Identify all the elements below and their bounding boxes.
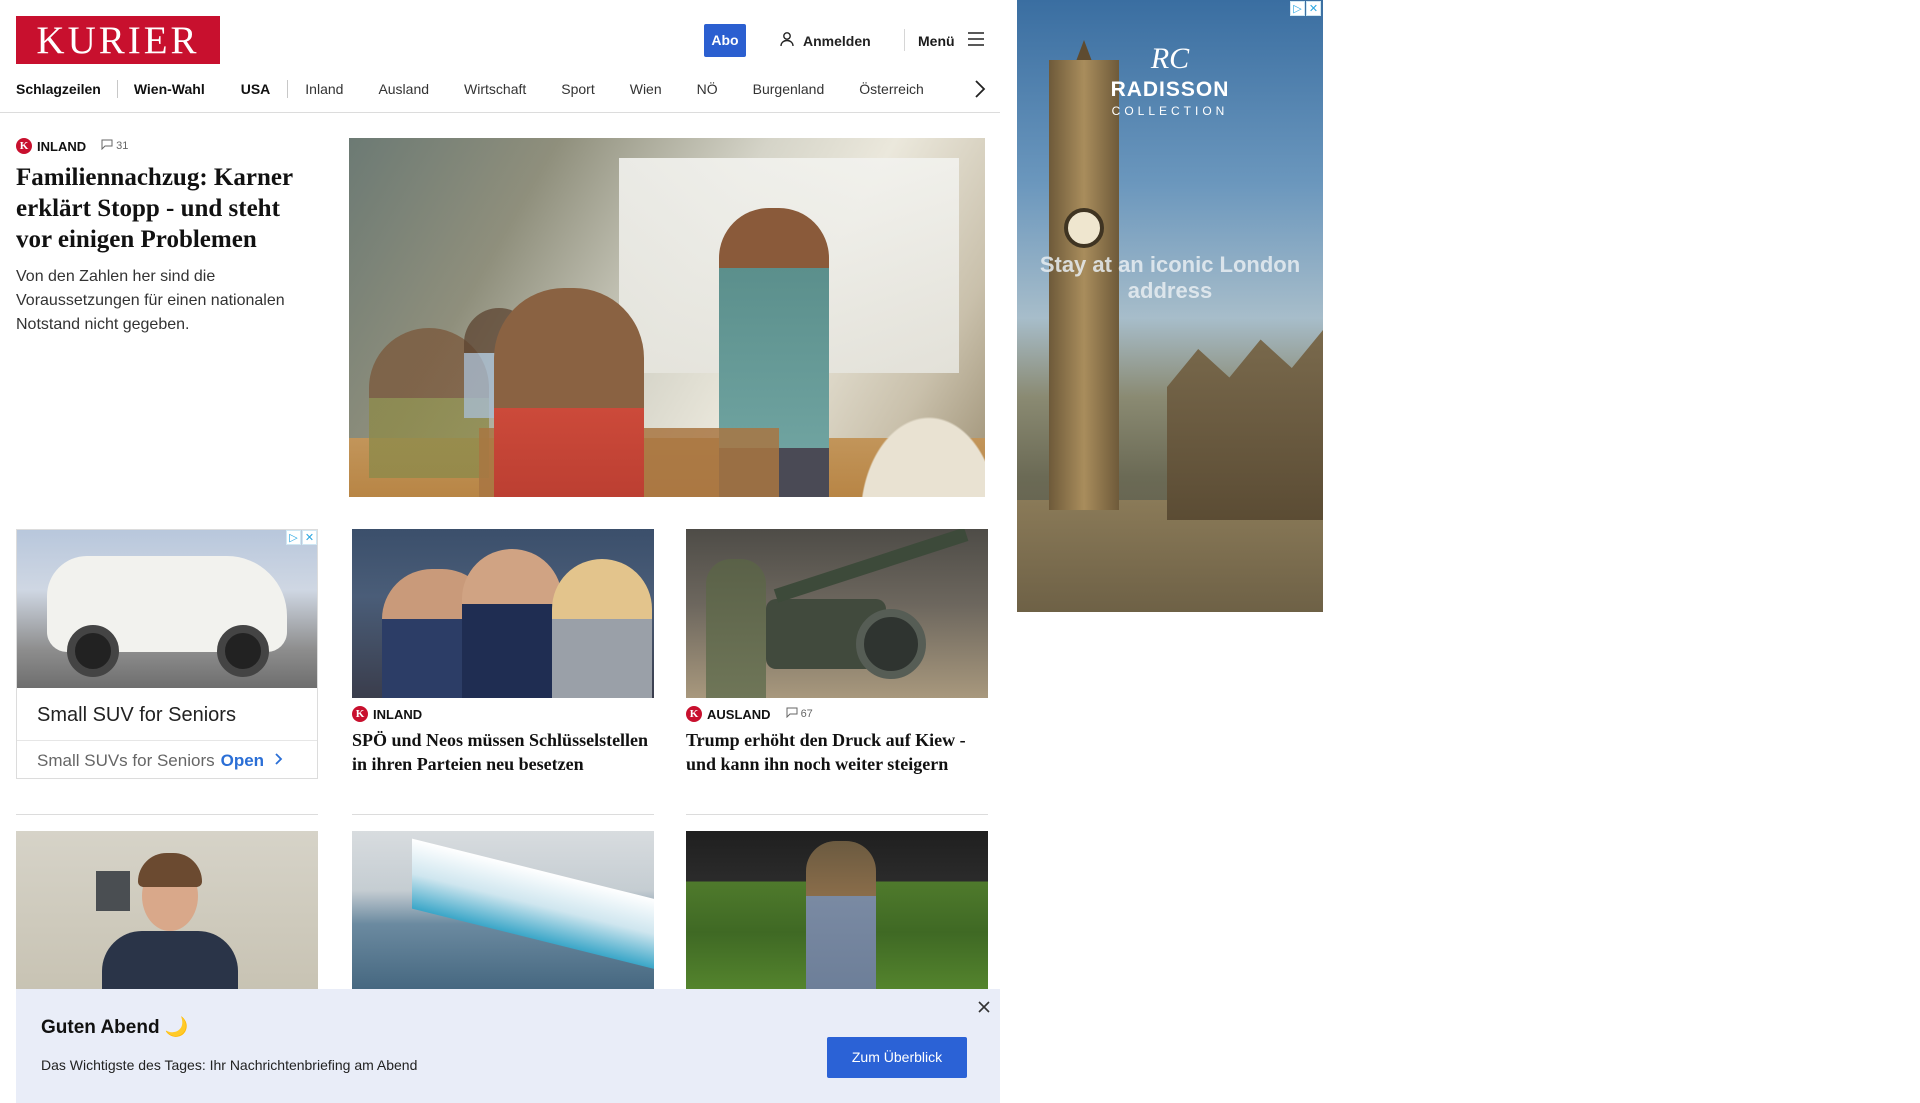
sponsored-subtitle: Small SUVs for Seniors	[37, 751, 215, 770]
divider	[686, 814, 988, 815]
image-detail	[856, 609, 926, 679]
article-image[interactable]	[686, 831, 988, 1000]
site-header: KURIER Abo Anmelden Menü Schlagzeilen Wi…	[0, 0, 1000, 113]
article-card[interactable]	[686, 831, 988, 1000]
article-image[interactable]	[16, 831, 318, 1000]
chevron-right-icon[interactable]	[970, 78, 990, 100]
article-kicker: K Ausland 67	[686, 706, 988, 722]
overview-button[interactable]: Zum Überblick	[827, 1037, 967, 1078]
divider	[352, 814, 654, 815]
article-card[interactable]: K Inland SPÖ und Neos müssen Schlüsselst…	[352, 529, 654, 776]
article-card[interactable]	[352, 831, 654, 1000]
comment-count[interactable]: 31	[101, 139, 128, 153]
section-nav: Schlagzeilen Wien-Wahl USA Inland Auslan…	[16, 78, 924, 100]
lead-teaser: Von den Zahlen her sind die Voraussetzun…	[16, 268, 285, 333]
nav-item-inland[interactable]: Inland	[305, 78, 343, 100]
display-ad[interactable]: RC RADISSON COLLECTION Stay at an iconic…	[1017, 0, 1323, 612]
image-detail	[494, 288, 644, 497]
article-card[interactable]	[16, 831, 318, 1000]
sponsored-footer[interactable]: Small SUVs for Seniors Open	[17, 741, 317, 781]
banner-greeting: Guten Abend 🌙	[41, 1017, 189, 1038]
ad-tagline: Stay at an iconic London address	[1039, 252, 1301, 303]
kurier-logo[interactable]: KURIER	[16, 16, 220, 64]
image-detail	[552, 559, 652, 698]
lead-article[interactable]: K Inland 31 Familiennachzug: Karner erkl…	[16, 138, 316, 337]
kicker-label: Inland	[37, 138, 87, 154]
comment-count-value: 67	[800, 708, 813, 720]
sponsored-title: Small SUV for Seniors	[37, 704, 236, 726]
chevron-right-icon	[274, 751, 284, 771]
nav-item-wien-wahl[interactable]: Wien-Wahl	[134, 78, 205, 100]
kurier-k-icon: K	[686, 706, 702, 722]
image-detail	[806, 841, 876, 1000]
image-detail	[412, 838, 654, 974]
login-label: Anmelden	[803, 32, 871, 49]
image-detail	[138, 853, 202, 887]
brand-mark: RC	[1150, 42, 1190, 75]
sponsored-card[interactable]: ▷ ✕ Small SUV for Seniors Small SUVs for …	[16, 529, 318, 779]
menu-button[interactable]: Menü	[918, 24, 985, 57]
nav-item-ausland[interactable]: Ausland	[378, 78, 429, 100]
article-card[interactable]: K Ausland 67 Trump erhöht den Druck auf …	[686, 529, 988, 776]
image-detail	[462, 549, 562, 698]
open-link[interactable]: Open	[221, 751, 264, 771]
ad-image-detail	[1167, 330, 1323, 520]
kicker-label: Inland	[373, 706, 423, 722]
lead-headline[interactable]: Familiennachzug: Karner erklärt Stopp - …	[16, 162, 316, 255]
nav-item-burgenland[interactable]: Burgenland	[753, 78, 825, 100]
close-icon[interactable]	[974, 997, 994, 1017]
kicker-label: Ausland	[707, 706, 771, 722]
login-button[interactable]: Anmelden	[779, 24, 871, 57]
sponsored-image: ▷ ✕	[17, 530, 317, 688]
nav-item-schlagzeilen[interactable]: Schlagzeilen	[16, 78, 101, 100]
nav-item-usa[interactable]: USA	[241, 78, 271, 100]
brand-sub: COLLECTION	[1111, 104, 1229, 118]
image-detail	[773, 529, 969, 603]
user-icon	[779, 31, 795, 50]
image-detail	[706, 559, 766, 698]
comment-count-value: 31	[116, 140, 129, 152]
brand-name: RADISSON	[1110, 78, 1230, 101]
image-detail	[96, 871, 130, 911]
kurier-k-icon: K	[352, 706, 368, 722]
article-image[interactable]	[686, 529, 988, 698]
article-image[interactable]	[352, 529, 654, 698]
divider	[16, 814, 318, 815]
comment-count[interactable]: 67	[786, 707, 813, 721]
adchoices-icon[interactable]: ▷ ✕	[286, 530, 317, 545]
hamburger-icon	[967, 32, 985, 49]
nav-item-sport[interactable]: Sport	[561, 78, 594, 100]
comment-icon	[101, 139, 113, 153]
adchoices-icon[interactable]: ▷ ✕	[1290, 1, 1321, 16]
nav-item-noe[interactable]: NÖ	[697, 78, 718, 100]
nav-item-oesterreich[interactable]: Österreich	[859, 78, 924, 100]
image-detail	[67, 625, 119, 677]
lead-image[interactable]	[349, 138, 985, 497]
banner-text: Das Wichtigste des Tages: Ihr Nachrichte…	[41, 1057, 418, 1073]
article-image[interactable]	[352, 831, 654, 1000]
abo-button[interactable]: Abo	[704, 24, 746, 57]
evening-briefing-banner: Guten Abend 🌙 Das Wichtigste des Tages: …	[16, 989, 1000, 1103]
nav-divider	[116, 80, 118, 98]
menu-label: Menü	[918, 32, 955, 49]
nav-item-wirtschaft[interactable]: Wirtschaft	[464, 78, 526, 100]
header-divider	[904, 29, 905, 51]
nav-divider	[287, 80, 289, 98]
nav-item-wien[interactable]: Wien	[630, 78, 662, 100]
article-headline[interactable]: Trump erhöht den Druck auf Kiew - und ka…	[686, 728, 988, 776]
radisson-logo: RC RADISSON COLLECTION	[1017, 42, 1323, 118]
article-kicker: K Inland 31	[16, 138, 316, 154]
comment-icon	[786, 707, 798, 721]
kurier-k-icon: K	[16, 138, 32, 154]
image-detail	[217, 625, 269, 677]
article-headline[interactable]: SPÖ und Neos müssen Schlüsselstellen in …	[352, 728, 654, 776]
article-kicker: K Inland	[352, 706, 654, 722]
ad-image-detail	[1064, 208, 1104, 248]
